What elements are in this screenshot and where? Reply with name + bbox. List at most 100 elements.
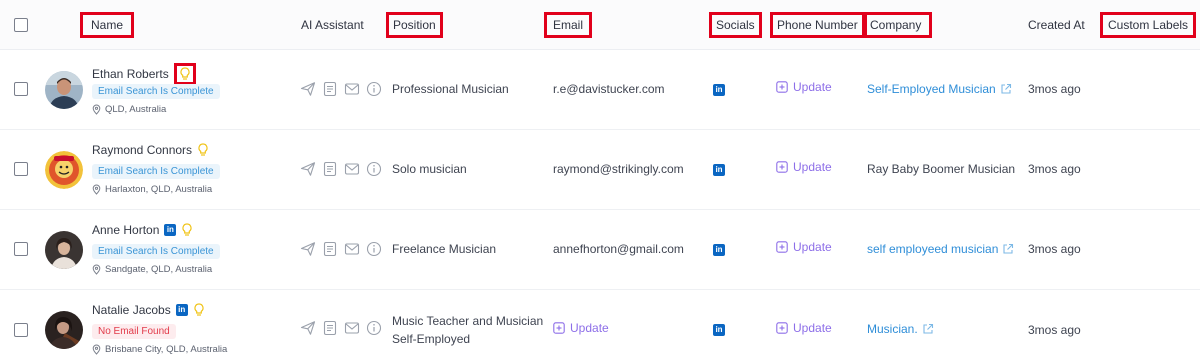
info-icon[interactable] bbox=[366, 81, 382, 97]
column-header-email[interactable]: Email bbox=[544, 0, 593, 50]
column-header-socials[interactable]: Socials bbox=[709, 0, 762, 50]
mail-icon[interactable] bbox=[344, 241, 360, 257]
email-status-badge: Email Search Is Complete bbox=[92, 244, 220, 259]
mail-icon[interactable] bbox=[344, 320, 360, 336]
send-icon[interactable] bbox=[300, 241, 316, 257]
email-status-badge: Email Search Is Complete bbox=[92, 164, 220, 179]
phone-update-button[interactable]: Update bbox=[776, 80, 832, 94]
table-row[interactable]: Anne Horton in Email Search Is Complete … bbox=[0, 210, 1200, 290]
table-row[interactable]: Ethan Roberts Email Search Is Complete Q… bbox=[0, 50, 1200, 130]
position-text-line2: Self-Employed bbox=[392, 332, 471, 346]
position-text: Freelance Musician bbox=[392, 242, 497, 256]
ai-assistant-actions bbox=[300, 241, 382, 257]
update-label: Update bbox=[570, 321, 609, 335]
email-text[interactable]: raymond@strikingly.com bbox=[553, 162, 684, 176]
phone-update-button[interactable]: Update bbox=[776, 240, 832, 254]
position-text: Music Teacher and Musician bbox=[392, 314, 544, 328]
plus-square-icon bbox=[553, 322, 565, 334]
contact-name[interactable]: Natalie Jacobs in bbox=[92, 303, 205, 317]
email-text[interactable]: r.e@davistucker.com bbox=[553, 82, 665, 96]
note-icon[interactable] bbox=[322, 161, 338, 177]
contact-location: Harlaxton, QLD, Australia bbox=[92, 184, 212, 195]
column-header-position[interactable]: Position bbox=[386, 0, 443, 50]
company-link[interactable]: Musician. bbox=[867, 322, 934, 336]
location-text: Sandgate, QLD, Australia bbox=[105, 264, 213, 275]
avatar bbox=[45, 151, 83, 189]
position-text: Professional Musician bbox=[392, 82, 509, 96]
created-at-text: 3mos ago bbox=[1028, 162, 1081, 176]
table-row[interactable]: Raymond Connors Email Search Is Complete… bbox=[0, 130, 1200, 210]
created-at-text: 3mos ago bbox=[1028, 323, 1081, 337]
email-text[interactable]: annefhorton@gmail.com bbox=[553, 242, 684, 256]
row-checkbox[interactable] bbox=[14, 162, 28, 176]
row-checkbox[interactable] bbox=[14, 323, 28, 337]
lightbulb-icon[interactable] bbox=[197, 143, 209, 157]
contact-name[interactable]: Ethan Roberts bbox=[92, 63, 196, 85]
send-icon[interactable] bbox=[300, 161, 316, 177]
contact-name-text: Raymond Connors bbox=[92, 143, 193, 157]
company-name: self employeed musician bbox=[867, 242, 999, 256]
linkedin-icon[interactable]: in bbox=[175, 304, 188, 316]
lightbulb-icon[interactable] bbox=[173, 63, 196, 85]
column-label: AI Assistant bbox=[301, 18, 364, 32]
email-update-button[interactable]: Update bbox=[553, 321, 609, 335]
lightbulb-icon[interactable] bbox=[193, 303, 205, 317]
company-name: Musician. bbox=[867, 322, 918, 336]
column-header-phone[interactable]: Phone Number bbox=[770, 0, 865, 50]
location-pin-icon bbox=[92, 104, 101, 115]
location-text: QLD, Australia bbox=[105, 104, 167, 115]
linkedin-icon[interactable]: in bbox=[713, 241, 725, 256]
company-link[interactable]: self employeed musician bbox=[867, 242, 1014, 256]
location-pin-icon bbox=[92, 264, 101, 275]
column-header-name[interactable]: Name bbox=[80, 0, 135, 50]
column-label: Company bbox=[870, 18, 922, 32]
column-header-ai-assistant: AI Assistant bbox=[301, 0, 364, 50]
contact-name-text: Anne Horton bbox=[92, 223, 160, 237]
column-label: Phone Number bbox=[777, 18, 858, 32]
send-icon[interactable] bbox=[300, 81, 316, 97]
location-pin-icon bbox=[92, 344, 101, 355]
info-icon[interactable] bbox=[366, 161, 382, 177]
note-icon[interactable] bbox=[322, 81, 338, 97]
note-icon[interactable] bbox=[322, 320, 338, 336]
linkedin-icon[interactable]: in bbox=[713, 81, 725, 96]
linkedin-icon[interactable]: in bbox=[713, 321, 725, 336]
update-label: Update bbox=[793, 240, 832, 254]
email-status-badge: No Email Found bbox=[92, 324, 176, 339]
contact-location: QLD, Australia bbox=[92, 104, 166, 115]
column-header-company[interactable]: Company bbox=[864, 0, 933, 50]
ai-assistant-actions bbox=[300, 81, 382, 97]
location-text: Brisbane City, QLD, Australia bbox=[105, 344, 228, 355]
column-label: Socials bbox=[716, 18, 755, 32]
note-icon[interactable] bbox=[322, 241, 338, 257]
column-header-custom-labels[interactable]: Custom Labels bbox=[1100, 0, 1197, 50]
linkedin-icon[interactable]: in bbox=[713, 161, 725, 176]
row-checkbox[interactable] bbox=[14, 242, 28, 256]
linkedin-icon[interactable]: in bbox=[164, 224, 177, 236]
phone-update-button[interactable]: Update bbox=[776, 321, 832, 335]
contact-name[interactable]: Anne Horton in bbox=[92, 223, 193, 237]
info-icon[interactable] bbox=[366, 241, 382, 257]
contact-name[interactable]: Raymond Connors bbox=[92, 143, 209, 157]
table-row[interactable]: Natalie Jacobs in No Email Found Brisban… bbox=[0, 290, 1200, 362]
created-at-text: 3mos ago bbox=[1028, 82, 1081, 96]
mail-icon[interactable] bbox=[344, 161, 360, 177]
company-link[interactable]: Self-Employed Musician bbox=[867, 82, 1012, 96]
info-icon[interactable] bbox=[366, 320, 382, 336]
phone-update-button[interactable]: Update bbox=[776, 160, 832, 174]
company-name: Ray Baby Boomer Musician bbox=[867, 162, 1016, 176]
mail-icon[interactable] bbox=[344, 81, 360, 97]
company-name: Self-Employed Musician bbox=[867, 82, 996, 96]
update-label: Update bbox=[793, 160, 832, 174]
column-label: Position bbox=[393, 18, 436, 32]
row-checkbox[interactable] bbox=[14, 82, 28, 96]
contact-name-text: Natalie Jacobs bbox=[92, 303, 171, 317]
email-status-badge: Email Search Is Complete bbox=[92, 84, 220, 99]
lightbulb-icon[interactable] bbox=[181, 223, 193, 237]
position-text: Solo musician bbox=[392, 162, 467, 176]
send-icon[interactable] bbox=[300, 320, 316, 336]
select-all-checkbox[interactable] bbox=[14, 18, 28, 32]
column-header-created-at[interactable]: Created At bbox=[1028, 0, 1085, 50]
created-at-text: 3mos ago bbox=[1028, 242, 1081, 256]
column-label: Created At bbox=[1028, 18, 1085, 32]
